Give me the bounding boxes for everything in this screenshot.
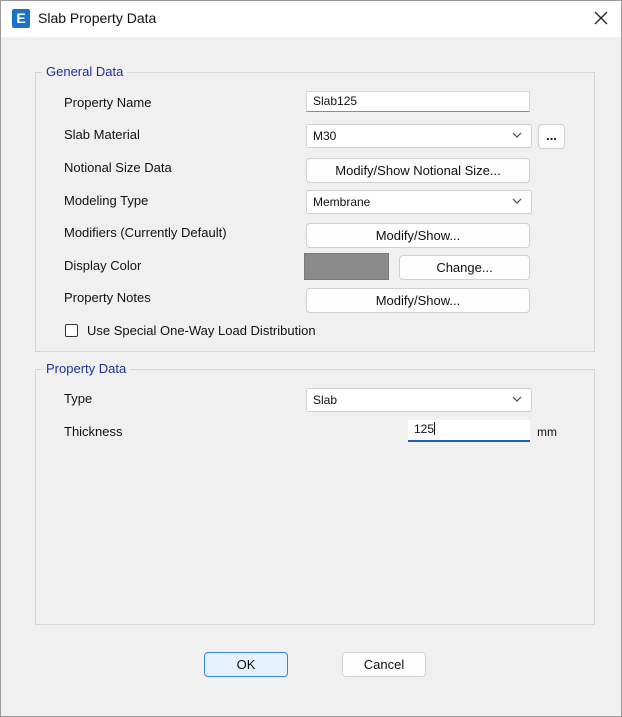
close-icon bbox=[594, 11, 608, 25]
thickness-value: 125 bbox=[414, 422, 435, 436]
slab-material-select[interactable]: M30 bbox=[306, 124, 532, 148]
property-notes-button[interactable]: Modify/Show... bbox=[306, 288, 530, 313]
slab-material-value: M30 bbox=[313, 129, 337, 143]
type-label: Type bbox=[64, 391, 93, 406]
thickness-label: Thickness bbox=[64, 424, 123, 439]
title-bar: E Slab Property Data bbox=[1, 1, 621, 37]
ok-button[interactable]: OK bbox=[204, 652, 288, 677]
property-name-field[interactable]: Slab125 bbox=[306, 91, 530, 112]
one-way-load-checkbox[interactable] bbox=[65, 324, 78, 337]
app-icon: E bbox=[12, 9, 30, 28]
property-data-legend: Property Data bbox=[42, 361, 131, 376]
text-caret bbox=[434, 422, 436, 435]
chevron-down-icon bbox=[512, 396, 522, 402]
dialog-window: E Slab Property Data General Data Proper… bbox=[0, 0, 622, 717]
window-title: Slab Property Data bbox=[38, 10, 157, 26]
display-color-swatch bbox=[304, 253, 389, 280]
modeling-type-value: Membrane bbox=[313, 195, 371, 209]
one-way-load-label: Use Special One-Way Load Distribution bbox=[87, 323, 316, 338]
chevron-down-icon bbox=[512, 198, 522, 204]
thickness-field[interactable]: 125 bbox=[408, 420, 530, 442]
cancel-button[interactable]: Cancel bbox=[342, 652, 426, 677]
type-value: Slab bbox=[313, 393, 338, 407]
chevron-down-icon bbox=[512, 132, 522, 138]
general-data-legend: General Data bbox=[42, 64, 128, 79]
property-notes-label: Property Notes bbox=[64, 290, 151, 305]
property-name-label: Property Name bbox=[64, 95, 152, 110]
modifiers-label: Modifiers (Currently Default) bbox=[64, 225, 227, 240]
modifiers-button[interactable]: Modify/Show... bbox=[306, 223, 530, 248]
type-select[interactable]: Slab bbox=[306, 388, 532, 412]
notional-size-button[interactable]: Modify/Show Notional Size... bbox=[306, 158, 530, 183]
close-button[interactable] bbox=[587, 5, 615, 31]
material-more-button[interactable]: ... bbox=[538, 124, 565, 149]
thickness-unit: mm bbox=[537, 425, 557, 439]
display-color-label: Display Color bbox=[64, 258, 142, 273]
notional-size-label: Notional Size Data bbox=[64, 160, 172, 175]
modeling-type-select[interactable]: Membrane bbox=[306, 190, 532, 214]
change-color-button[interactable]: Change... bbox=[399, 255, 530, 280]
slab-material-label: Slab Material bbox=[64, 127, 140, 142]
modeling-type-label: Modeling Type bbox=[64, 193, 149, 208]
